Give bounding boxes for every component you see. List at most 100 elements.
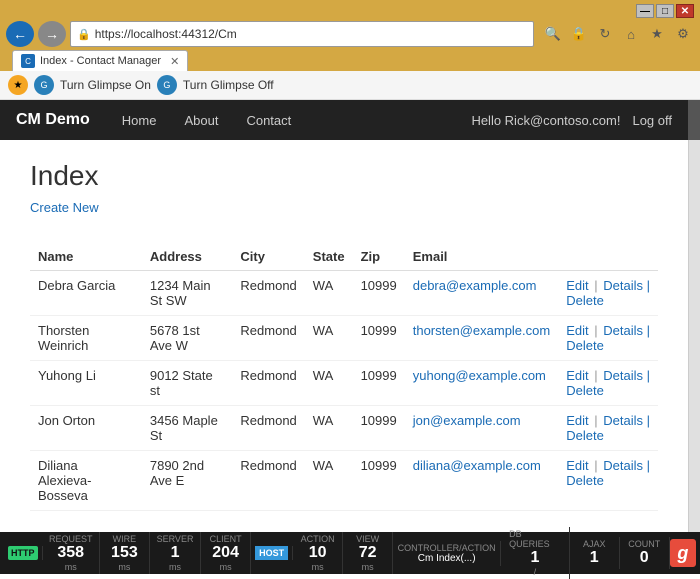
app-navbar: CM Demo Home About Contact Hello Rick@co… bbox=[0, 100, 688, 140]
glimpse-off-icon[interactable]: G bbox=[157, 75, 177, 95]
cell-name: Thorsten Weinrich bbox=[30, 316, 142, 361]
cell-email: debra@example.com bbox=[405, 271, 558, 316]
address-icon: 🔒 bbox=[77, 28, 91, 41]
sep1: | bbox=[591, 368, 602, 383]
edit-link[interactable]: Edit bbox=[566, 323, 588, 338]
toolbar: ★ G Turn Glimpse On G Turn Glimpse Off bbox=[0, 71, 700, 100]
create-new-link[interactable]: Create New bbox=[30, 200, 99, 215]
back-button[interactable]: ← bbox=[6, 21, 34, 47]
col-zip: Zip bbox=[353, 243, 405, 271]
delete-link[interactable]: Delete bbox=[566, 383, 604, 398]
status-bar: HTTP Request 358 ms Wire 153 ms Server 1… bbox=[0, 532, 700, 574]
delete-link[interactable]: Delete bbox=[566, 473, 604, 488]
turn-glimpse-off-button[interactable]: Turn Glimpse Off bbox=[183, 78, 274, 92]
scrollbar-track[interactable] bbox=[688, 100, 700, 140]
nav-icons: 🔍 🔒 ↻ ⌂ ★ ⚙ bbox=[542, 23, 694, 45]
details-link[interactable]: Details bbox=[603, 413, 643, 428]
table-header: Name Address City State Zip Email bbox=[30, 243, 658, 271]
edit-link[interactable]: Edit bbox=[566, 368, 588, 383]
main-content-area: Index Create New Name Address City State… bbox=[0, 140, 688, 532]
lock-icon[interactable]: 🔒 bbox=[568, 23, 590, 45]
details-link[interactable]: Details bbox=[603, 368, 643, 383]
action-links: Edit | Details |Delete bbox=[566, 458, 650, 488]
cell-zip: 10999 bbox=[353, 361, 405, 406]
delete-link[interactable]: Delete bbox=[566, 428, 604, 443]
home-icon[interactable]: ⌂ bbox=[620, 23, 642, 45]
forward-button[interactable]: → bbox=[38, 21, 66, 47]
status-request: Request 358 ms bbox=[43, 532, 100, 574]
cell-name: Jon Orton bbox=[30, 406, 142, 451]
user-greeting: Hello Rick@contoso.com! bbox=[471, 113, 620, 128]
table-row: Jon Orton 3456 Maple St Redmond WA 10999… bbox=[30, 406, 658, 451]
status-action: Action 10 ms bbox=[293, 532, 343, 574]
table-row: Yuhong Li 9012 State st Redmond WA 10999… bbox=[30, 361, 658, 406]
email-link[interactable]: diliana@example.com bbox=[413, 458, 541, 473]
content-wrapper: Index Create New Name Address City State… bbox=[0, 140, 700, 532]
email-link[interactable]: jon@example.com bbox=[413, 413, 521, 428]
table-row: Thorsten Weinrich 5678 1st Ave W Redmond… bbox=[30, 316, 658, 361]
tab-favicon: C bbox=[21, 54, 35, 68]
http-badge: HTTP bbox=[8, 546, 38, 560]
glimpse-on-icon[interactable]: G bbox=[34, 75, 54, 95]
cell-city: Redmond bbox=[232, 316, 304, 361]
col-city: City bbox=[232, 243, 304, 271]
titlebar: — □ ✕ bbox=[6, 4, 694, 18]
maximize-button[interactable]: □ bbox=[656, 4, 674, 18]
search-icon[interactable]: 🔍 bbox=[542, 23, 564, 45]
details-link[interactable]: Details bbox=[603, 458, 643, 473]
host-label: HOST bbox=[255, 546, 288, 560]
cell-state: WA bbox=[305, 316, 353, 361]
sep1: | bbox=[591, 323, 602, 338]
cell-name: Diliana Alexieva-Bosseva bbox=[30, 451, 142, 511]
action-links: Edit | Details |Delete bbox=[566, 278, 650, 308]
delete-link[interactable]: Delete bbox=[566, 293, 604, 308]
nav-link-about[interactable]: About bbox=[172, 105, 230, 136]
content-scrollbar[interactable] bbox=[688, 140, 700, 532]
email-link[interactable]: debra@example.com bbox=[413, 278, 537, 293]
settings-icon[interactable]: ⚙ bbox=[672, 23, 694, 45]
nav-link-home[interactable]: Home bbox=[110, 105, 169, 136]
sep1: | bbox=[591, 413, 602, 428]
address-bar[interactable]: 🔒 https://localhost:44312/Cm bbox=[70, 21, 534, 47]
email-link[interactable]: thorsten@example.com bbox=[413, 323, 550, 338]
browser-nav: ← → 🔒 https://localhost:44312/Cm 🔍 🔒 ↻ ⌂… bbox=[6, 21, 694, 47]
turn-glimpse-on-button[interactable]: Turn Glimpse On bbox=[60, 78, 151, 92]
glimpse-g-icon: g bbox=[677, 543, 688, 564]
edit-link[interactable]: Edit bbox=[566, 278, 588, 293]
delete-link[interactable]: Delete bbox=[566, 338, 604, 353]
glimpse-logo-button[interactable]: g bbox=[670, 539, 696, 567]
app-brand[interactable]: CM Demo bbox=[16, 111, 90, 129]
favorites-icon[interactable]: ★ bbox=[646, 23, 668, 45]
page-title: Index bbox=[30, 160, 658, 192]
cell-actions: Edit | Details |Delete bbox=[558, 316, 658, 361]
glimpse-star-icon[interactable]: ★ bbox=[8, 75, 28, 95]
cell-zip: 10999 bbox=[353, 316, 405, 361]
cell-address: 3456 Maple St bbox=[142, 406, 233, 451]
refresh-icon[interactable]: ↻ bbox=[594, 23, 616, 45]
cell-address: 5678 1st Ave W bbox=[142, 316, 233, 361]
browser-chrome: — □ ✕ ← → 🔒 https://localhost:44312/Cm 🔍… bbox=[0, 0, 700, 71]
nav-link-contact[interactable]: Contact bbox=[234, 105, 303, 136]
active-tab[interactable]: C Index - Contact Manager ✕ bbox=[12, 50, 188, 71]
sep1: | bbox=[591, 278, 602, 293]
cell-city: Redmond bbox=[232, 361, 304, 406]
app-navbar-row: CM Demo Home About Contact Hello Rick@co… bbox=[0, 100, 700, 140]
status-wire: Wire 153 ms bbox=[100, 532, 150, 574]
cell-state: WA bbox=[305, 361, 353, 406]
cell-email: jon@example.com bbox=[405, 406, 558, 451]
email-link[interactable]: yuhong@example.com bbox=[413, 368, 546, 383]
minimize-button[interactable]: — bbox=[636, 4, 654, 18]
tab-close-button[interactable]: ✕ bbox=[170, 55, 179, 68]
table-body: Debra Garcia 1234 Main St SW Redmond WA … bbox=[30, 271, 658, 511]
status-count: Count 0 bbox=[620, 537, 670, 569]
edit-link[interactable]: Edit bbox=[566, 458, 588, 473]
cell-state: WA bbox=[305, 451, 353, 511]
close-button[interactable]: ✕ bbox=[676, 4, 694, 18]
details-link[interactable]: Details bbox=[603, 323, 643, 338]
edit-link[interactable]: Edit bbox=[566, 413, 588, 428]
details-link[interactable]: Details bbox=[603, 278, 643, 293]
cell-name: Debra Garcia bbox=[30, 271, 142, 316]
log-off-link[interactable]: Log off bbox=[632, 113, 672, 128]
cell-name: Yuhong Li bbox=[30, 361, 142, 406]
app-user-area: Hello Rick@contoso.com! Log off bbox=[471, 113, 672, 128]
